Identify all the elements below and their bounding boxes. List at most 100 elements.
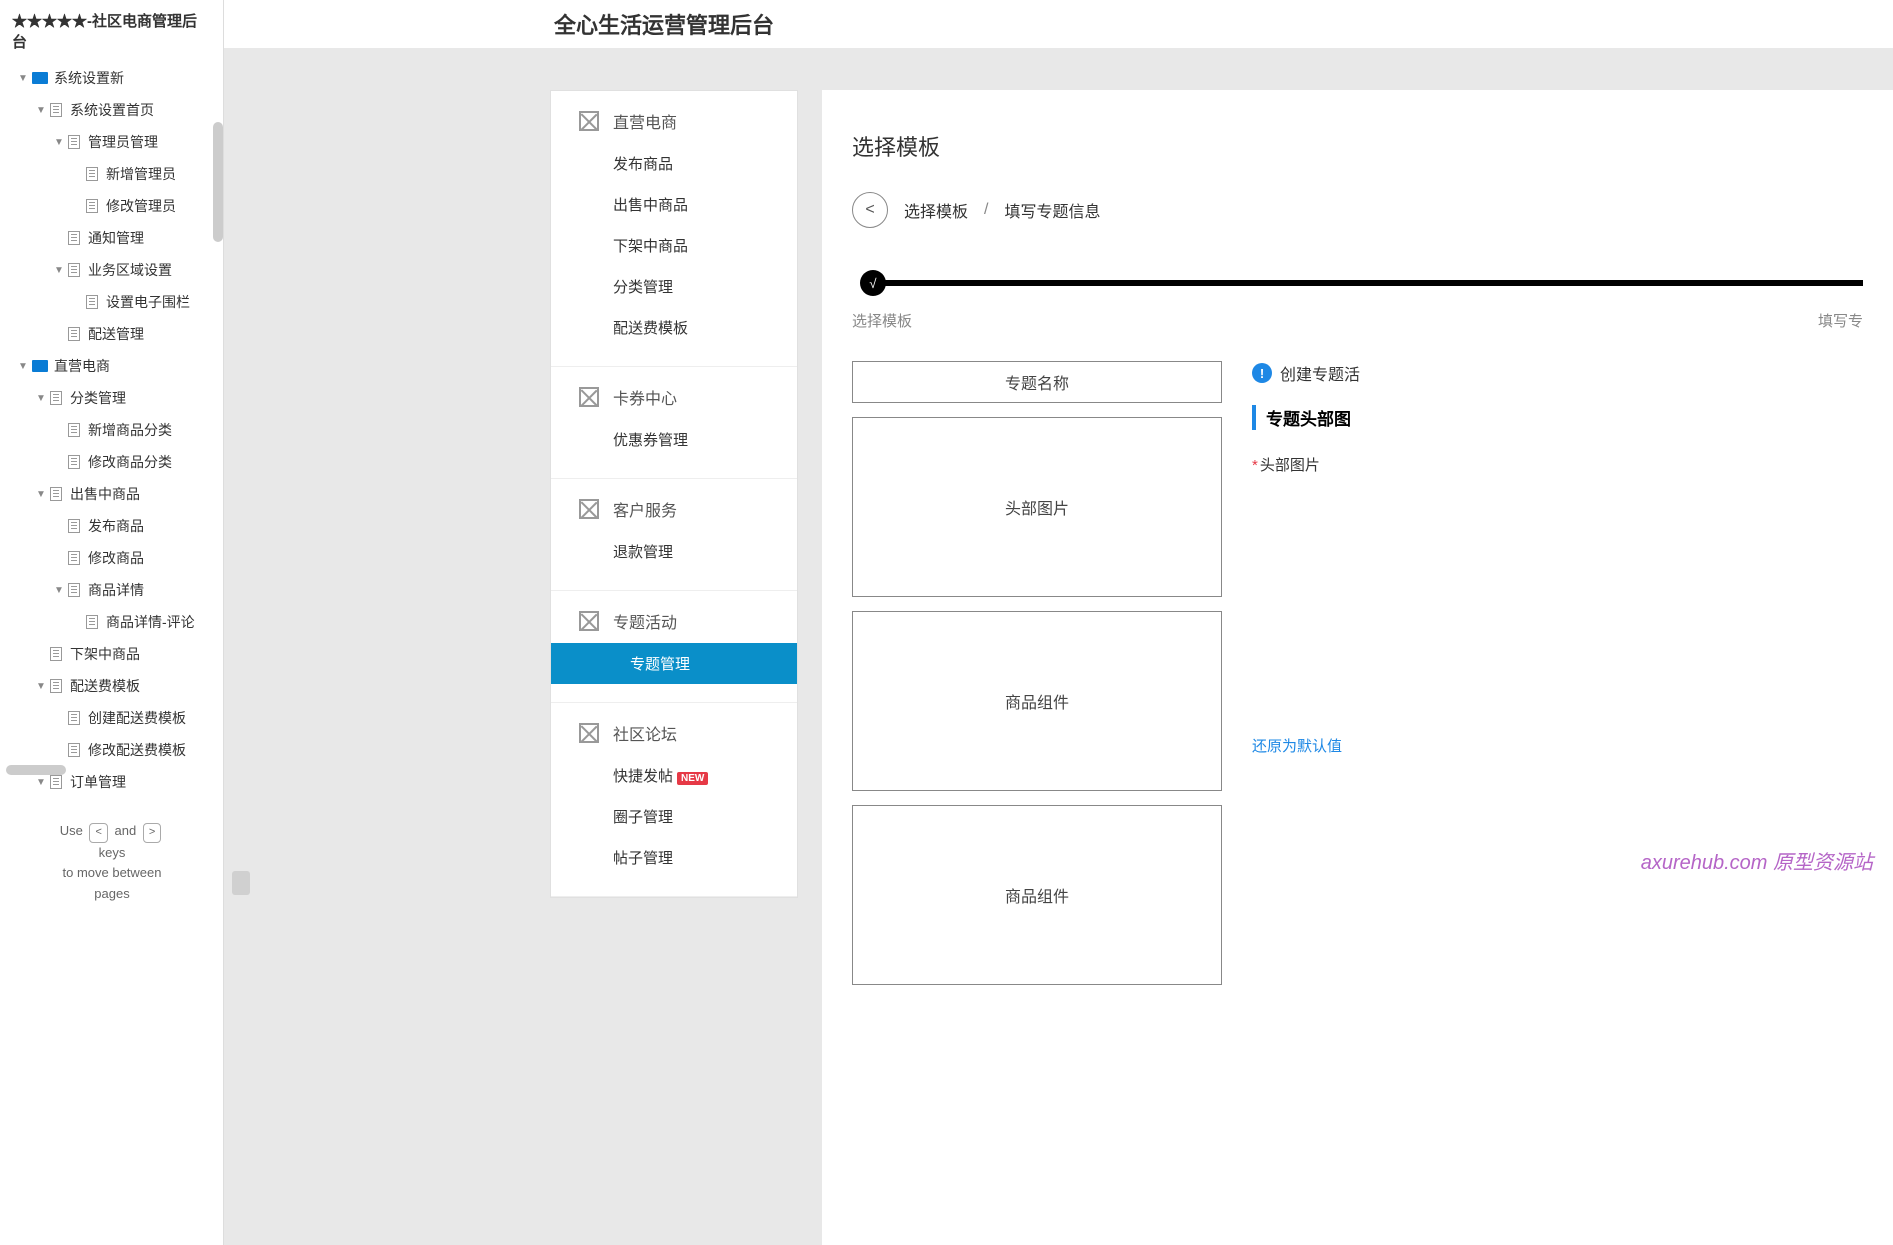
- page-icon: [68, 423, 80, 437]
- tree-item[interactable]: 修改配送费模板: [0, 734, 223, 766]
- page-icon: [50, 487, 62, 501]
- info-badge: ! 创建专题活: [1252, 361, 1360, 385]
- nav-sub-item[interactable]: 分类管理: [551, 266, 797, 307]
- section-heading: 专题头部图: [1252, 405, 1863, 430]
- keys-hint: Use < and > keys to move between pages: [0, 821, 224, 905]
- nav-sub-item[interactable]: 下架中商品: [551, 225, 797, 266]
- tree-item-label: 发布商品: [88, 516, 144, 536]
- nav-sub-item[interactable]: 发布商品: [551, 143, 797, 184]
- chevron-down-icon[interactable]: [18, 361, 30, 372]
- nav-group: 专题活动专题管理: [551, 591, 797, 703]
- tree-item[interactable]: 商品详情: [0, 574, 223, 606]
- nav-group-header[interactable]: 社区论坛: [551, 721, 797, 755]
- new-badge: NEW: [677, 772, 708, 785]
- page-icon: [68, 711, 80, 725]
- tree-item[interactable]: 出售中商品: [0, 478, 223, 510]
- chevron-down-icon[interactable]: [18, 73, 30, 84]
- tree-item-label: 通知管理: [88, 228, 144, 248]
- progress-line: [870, 280, 1863, 286]
- chevron-down-icon[interactable]: [54, 585, 66, 596]
- expand-sidebar-chip[interactable]: [232, 871, 250, 895]
- placeholder-icon: [579, 499, 599, 519]
- chevron-down-icon[interactable]: [54, 265, 66, 276]
- chevron-down-icon[interactable]: [36, 393, 48, 404]
- nav-group: 卡券中心优惠券管理: [551, 367, 797, 479]
- tree-item[interactable]: 修改商品分类: [0, 446, 223, 478]
- page-icon: [68, 263, 80, 277]
- tree-item[interactable]: 修改商品: [0, 542, 223, 574]
- watermark: axurehub.com 原型资源站: [1641, 846, 1873, 875]
- tree-item[interactable]: 设置电子围栏: [0, 286, 223, 318]
- nav-sub-item[interactable]: 优惠券管理: [551, 419, 797, 460]
- tree-item[interactable]: 发布商品: [0, 510, 223, 542]
- tree-item-label: 商品详情-评论: [106, 612, 195, 632]
- tpl-comp-box: 商品组件: [852, 611, 1222, 791]
- tree-item[interactable]: 配送管理: [0, 318, 223, 350]
- breadcrumb-step1[interactable]: 选择模板: [904, 198, 968, 222]
- tree-item[interactable]: 下架中商品: [0, 638, 223, 670]
- tree-item-label: 直营电商: [54, 356, 110, 376]
- nav-group-header[interactable]: 客户服务: [551, 497, 797, 531]
- tree-item[interactable]: 通知管理: [0, 222, 223, 254]
- nav-group-header[interactable]: 直营电商: [551, 109, 797, 143]
- chevron-down-icon[interactable]: [54, 137, 66, 148]
- nav-group-header[interactable]: 卡券中心: [551, 385, 797, 419]
- key-next: >: [143, 823, 161, 843]
- nav-group: 客户服务退款管理: [551, 479, 797, 591]
- scrollbar-vertical[interactable]: [213, 122, 223, 242]
- tree-item[interactable]: 系统设置首页: [0, 94, 223, 126]
- tree-item-label: 修改商品分类: [88, 452, 172, 472]
- tree-item[interactable]: 新增商品分类: [0, 414, 223, 446]
- back-button[interactable]: <: [852, 192, 888, 228]
- form-column: ! 创建专题活 专题头部图 *头部图片 还原为默认值: [1252, 361, 1863, 999]
- tree-scroll[interactable]: 系统设置新系统设置首页管理员管理新增管理员修改管理员通知管理业务区域设置设置电子…: [0, 62, 223, 792]
- tree-item[interactable]: 修改管理员: [0, 190, 223, 222]
- placeholder-icon: [579, 387, 599, 407]
- placeholder-icon: [579, 111, 599, 131]
- scrollbar-horizontal[interactable]: [6, 765, 66, 775]
- tree-item-label: 系统设置首页: [70, 100, 154, 120]
- tree-item-label: 下架中商品: [70, 644, 140, 664]
- chevron-down-icon[interactable]: [36, 777, 48, 788]
- tree-item[interactable]: 直营电商: [0, 350, 223, 382]
- nav-sub-item[interactable]: 配送费模板: [551, 307, 797, 348]
- page-icon: [68, 135, 80, 149]
- secondary-nav: 直营电商发布商品出售中商品下架中商品分类管理配送费模板卡券中心优惠券管理客户服务…: [550, 90, 798, 898]
- nav-sub-item[interactable]: 退款管理: [551, 531, 797, 572]
- tree-item-label: 系统设置新: [54, 68, 124, 88]
- chevron-down-icon[interactable]: [36, 105, 48, 116]
- chevron-down-icon[interactable]: [36, 681, 48, 692]
- nav-group-title: 客户服务: [613, 497, 677, 521]
- nav-sub-item[interactable]: 帖子管理: [551, 837, 797, 878]
- tree-item[interactable]: 分类管理: [0, 382, 223, 414]
- page-icon: [68, 519, 80, 533]
- tree-item-label: 商品详情: [88, 580, 144, 600]
- nav-sub-item[interactable]: 快捷发帖NEW: [551, 755, 797, 796]
- tree-item-label: 配送费模板: [70, 676, 140, 696]
- breadcrumb-step2[interactable]: 填写专题信息: [1004, 198, 1100, 222]
- tree-item[interactable]: 创建配送费模板: [0, 702, 223, 734]
- content-area: 全心生活运营管理后台 直营电商发布商品出售中商品下架中商品分类管理配送费模板卡券…: [224, 0, 1893, 1245]
- chevron-down-icon[interactable]: [36, 489, 48, 500]
- reset-link[interactable]: 还原为默认值: [1252, 735, 1342, 756]
- tree-item[interactable]: 业务区域设置: [0, 254, 223, 286]
- tree-item[interactable]: 管理员管理: [0, 126, 223, 158]
- tree-item[interactable]: 配送费模板: [0, 670, 223, 702]
- template-preview[interactable]: 专题名称 头部图片 商品组件 商品组件: [852, 361, 1222, 999]
- nav-sub-item[interactable]: 专题管理: [551, 643, 797, 684]
- nav-sub-item[interactable]: 圈子管理: [551, 796, 797, 837]
- page-icon: [68, 455, 80, 469]
- tree-item-label: 订单管理: [70, 772, 126, 792]
- nav-sub-item[interactable]: 出售中商品: [551, 184, 797, 225]
- tree-item-label: 管理员管理: [88, 132, 158, 152]
- progress-label-2: 填写专: [1818, 310, 1863, 331]
- tree-item[interactable]: 商品详情-评论: [0, 606, 223, 638]
- form-field-label: *头部图片: [1252, 454, 1863, 475]
- nav-group: 直营电商发布商品出售中商品下架中商品分类管理配送费模板: [551, 91, 797, 367]
- nav-group-title: 卡券中心: [613, 385, 677, 409]
- tree-item-label: 分类管理: [70, 388, 126, 408]
- nav-group-header[interactable]: 专题活动: [551, 609, 797, 643]
- nav-group-title: 社区论坛: [613, 721, 677, 745]
- tree-item[interactable]: 系统设置新: [0, 62, 223, 94]
- tree-item[interactable]: 新增管理员: [0, 158, 223, 190]
